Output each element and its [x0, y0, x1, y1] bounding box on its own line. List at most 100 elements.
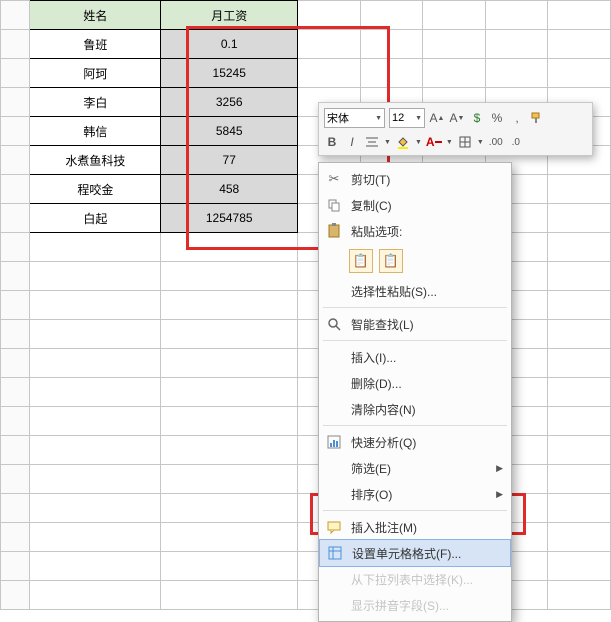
cell[interactable]: [1, 204, 30, 233]
cell[interactable]: [30, 436, 161, 465]
cell-salary[interactable]: 3256: [161, 88, 298, 117]
percent-format-button[interactable]: %: [489, 110, 505, 126]
cell[interactable]: [1, 59, 30, 88]
cell[interactable]: [1, 30, 30, 59]
font-color-button[interactable]: A: [426, 134, 442, 150]
cell-name[interactable]: 李白: [30, 88, 161, 117]
italic-button[interactable]: I: [344, 134, 360, 150]
cell[interactable]: [1, 581, 30, 610]
cell-name[interactable]: 程咬金: [30, 175, 161, 204]
cell[interactable]: [298, 1, 361, 30]
cell[interactable]: [548, 291, 611, 320]
cell-name[interactable]: 白起: [30, 204, 161, 233]
cell[interactable]: [1, 233, 30, 262]
cell[interactable]: [548, 175, 611, 204]
cell[interactable]: [423, 30, 486, 59]
cell[interactable]: [161, 407, 298, 436]
borders-button[interactable]: [457, 134, 473, 150]
cell[interactable]: [548, 204, 611, 233]
cell[interactable]: [30, 465, 161, 494]
fill-color-button[interactable]: [395, 134, 411, 150]
menu-quick-analysis[interactable]: 快速分析(Q): [319, 429, 511, 455]
menu-smart-lookup[interactable]: 智能查找(L): [319, 311, 511, 337]
cell[interactable]: [30, 349, 161, 378]
cell[interactable]: [161, 436, 298, 465]
cell[interactable]: [30, 233, 161, 262]
cell-salary[interactable]: 5845: [161, 117, 298, 146]
cell[interactable]: [1, 465, 30, 494]
cell[interactable]: [1, 349, 30, 378]
decrease-decimal-button[interactable]: .00: [488, 134, 504, 150]
menu-sort[interactable]: 排序(O) ▶: [319, 481, 511, 507]
cell[interactable]: [1, 407, 30, 436]
cell[interactable]: [161, 581, 298, 610]
cell[interactable]: [30, 494, 161, 523]
cell[interactable]: [1, 175, 30, 204]
menu-cut[interactable]: ✂ 剪切(T): [319, 166, 511, 192]
cell-salary[interactable]: 1254785: [161, 204, 298, 233]
chevron-down-icon[interactable]: ▼: [477, 139, 484, 146]
cell[interactable]: [548, 378, 611, 407]
menu-insert[interactable]: 插入(I)...: [319, 344, 511, 370]
cell[interactable]: [161, 320, 298, 349]
bold-button[interactable]: B: [324, 134, 340, 150]
menu-paste-special[interactable]: 选择性粘贴(S)...: [319, 278, 511, 304]
cell-salary[interactable]: 458: [161, 175, 298, 204]
cell[interactable]: [30, 581, 161, 610]
cell[interactable]: [30, 262, 161, 291]
format-painter-button[interactable]: [529, 110, 545, 126]
font-name-combo[interactable]: 宋体 ▼: [324, 108, 385, 128]
cell[interactable]: [548, 552, 611, 581]
menu-filter[interactable]: 筛选(E) ▶: [319, 455, 511, 481]
cell[interactable]: [30, 552, 161, 581]
cell[interactable]: [1, 291, 30, 320]
cell[interactable]: [1, 436, 30, 465]
menu-insert-comment[interactable]: 插入批注(M): [319, 514, 511, 540]
increase-font-button[interactable]: A▲: [429, 110, 445, 126]
cell[interactable]: [161, 465, 298, 494]
header-name[interactable]: 姓名: [30, 1, 161, 30]
cell[interactable]: [548, 59, 611, 88]
cell-name[interactable]: 韩信: [30, 117, 161, 146]
cell[interactable]: [30, 320, 161, 349]
cell[interactable]: [423, 59, 486, 88]
cell[interactable]: [485, 1, 548, 30]
cell[interactable]: [1, 494, 30, 523]
header-salary[interactable]: 月工资: [161, 1, 298, 30]
cell[interactable]: [30, 378, 161, 407]
cell[interactable]: [1, 320, 30, 349]
chevron-down-icon[interactable]: ▼: [415, 139, 422, 146]
cell[interactable]: [360, 59, 423, 88]
menu-copy[interactable]: 复制(C): [319, 192, 511, 218]
cell[interactable]: [1, 1, 30, 30]
cell[interactable]: [423, 1, 486, 30]
cell[interactable]: [1, 523, 30, 552]
cell-salary[interactable]: 0.1: [161, 30, 298, 59]
cell[interactable]: [161, 494, 298, 523]
cell-salary[interactable]: 77: [161, 146, 298, 175]
menu-delete[interactable]: 删除(D)...: [319, 370, 511, 396]
spreadsheet-grid[interactable]: 姓名月工资鲁班0.1阿珂15245李白3256韩信5845水煮鱼科技77程咬金4…: [0, 0, 611, 610]
cell[interactable]: [548, 233, 611, 262]
cell[interactable]: [548, 1, 611, 30]
cell[interactable]: [485, 30, 548, 59]
cell[interactable]: [1, 552, 30, 581]
cell[interactable]: [360, 1, 423, 30]
cell[interactable]: [548, 581, 611, 610]
chevron-down-icon[interactable]: ▼: [384, 139, 391, 146]
accounting-format-button[interactable]: $: [469, 110, 485, 126]
align-center-button[interactable]: [364, 134, 380, 150]
cell[interactable]: [485, 59, 548, 88]
cell[interactable]: [298, 59, 361, 88]
cell[interactable]: [548, 349, 611, 378]
cell-name[interactable]: 阿珂: [30, 59, 161, 88]
cell[interactable]: [548, 465, 611, 494]
cell[interactable]: [30, 407, 161, 436]
cell[interactable]: [548, 523, 611, 552]
increase-decimal-button[interactable]: .0: [508, 134, 524, 150]
cell[interactable]: [360, 30, 423, 59]
decrease-font-button[interactable]: A▼: [449, 110, 465, 126]
cell[interactable]: [161, 523, 298, 552]
paste-option-keep-source[interactable]: 📋: [349, 249, 373, 273]
cell[interactable]: [1, 146, 30, 175]
